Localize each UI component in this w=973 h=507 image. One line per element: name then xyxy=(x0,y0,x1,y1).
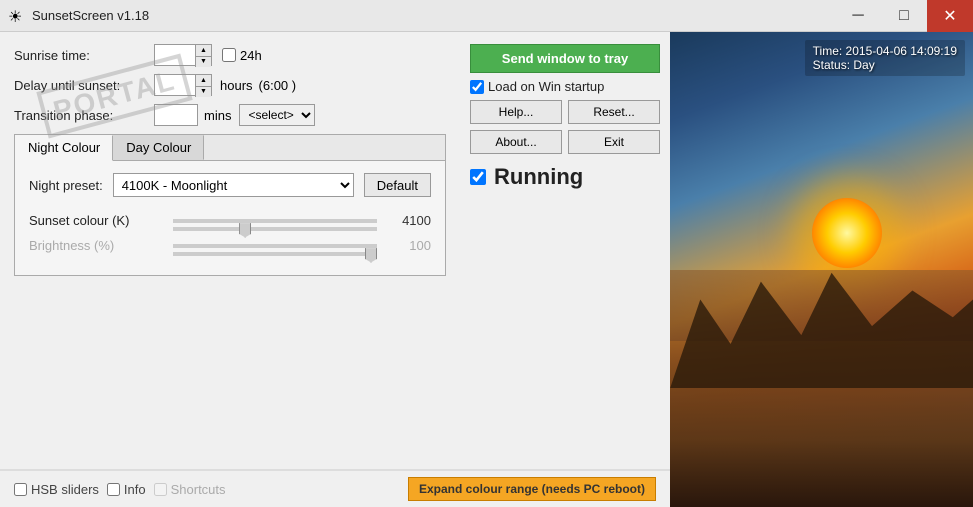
close-button[interactable]: ✕ xyxy=(927,0,973,32)
load-startup-label: Load on Win startup xyxy=(488,79,604,94)
sunset-colour-row: Sunset colour (K) 4100 xyxy=(29,213,431,228)
transition-select[interactable]: <select> xyxy=(239,104,315,126)
mountains-svg xyxy=(670,246,973,389)
reset-button[interactable]: Reset... xyxy=(568,100,660,124)
exit-button[interactable]: Exit xyxy=(568,130,660,154)
minimize-button[interactable]: ─ xyxy=(835,0,881,32)
sunset-colour-track xyxy=(173,219,377,223)
running-label: Running xyxy=(494,164,583,190)
tab-header: Night Colour Day Colour xyxy=(15,135,445,161)
preset-label: Night preset: xyxy=(29,178,103,193)
sunset-image-panel: Time: 2015-04-06 14:09:19 Status: Day xyxy=(670,32,973,507)
tab-day-colour[interactable]: Day Colour xyxy=(113,135,204,160)
app-icon: ☀ xyxy=(8,7,26,25)
send-to-tray-button[interactable]: Send window to tray xyxy=(470,44,660,73)
shortcuts-item: Shortcuts xyxy=(154,482,226,497)
sunrise-up-arrow[interactable]: ▲ xyxy=(196,45,211,57)
sunset-colour-slider[interactable] xyxy=(173,227,377,231)
help-reset-row: Help... Reset... xyxy=(470,100,660,124)
load-startup-checkbox[interactable] xyxy=(470,80,484,94)
brightness-track xyxy=(173,244,377,248)
preset-select[interactable]: 4100K - Moonlight xyxy=(113,173,354,197)
tab-night-content: Night preset: 4100K - Moonlight Default … xyxy=(15,161,445,275)
settings-panel: Sunrise time: 6:00 ▲ ▼ 24h Delay until s… xyxy=(0,32,460,507)
info-item: Info xyxy=(107,482,146,497)
checkbox-24h[interactable] xyxy=(222,48,236,62)
delay-suffix: (6:00 ) xyxy=(259,78,297,93)
sunrise-label: Sunrise time: xyxy=(14,48,154,63)
load-startup-row: Load on Win startup xyxy=(470,79,660,94)
sunrise-input[interactable]: 6:00 xyxy=(159,48,199,63)
sunset-colour-value: 4100 xyxy=(391,213,431,228)
help-button[interactable]: Help... xyxy=(470,100,562,124)
preset-row: Night preset: 4100K - Moonlight Default xyxy=(29,173,431,197)
delay-spinbox[interactable]: 12 ▲ ▼ xyxy=(154,74,212,96)
about-exit-row: About... Exit xyxy=(470,130,660,154)
info-checkbox[interactable] xyxy=(107,483,120,496)
running-row: Running xyxy=(470,164,660,190)
expand-colour-range-button[interactable]: Expand colour range (needs PC reboot) xyxy=(408,477,656,501)
delay-row: Delay until sunset: 12 ▲ ▼ hours (6:00 ) xyxy=(14,74,446,96)
delay-down-arrow[interactable]: ▼ xyxy=(196,87,211,98)
right-controls: Send window to tray Load on Win startup … xyxy=(460,32,670,507)
sunset-colour-label: Sunset colour (K) xyxy=(29,213,159,228)
delay-up-arrow[interactable]: ▲ xyxy=(196,75,211,87)
default-button[interactable]: Default xyxy=(364,173,431,197)
title-bar: ☀ SunsetScreen v1.18 ─ □ ✕ xyxy=(0,0,973,32)
sunrise-spinbox[interactable]: 6:00 ▲ ▼ xyxy=(154,44,212,66)
hsb-sliders-checkbox[interactable] xyxy=(14,483,27,496)
delay-input[interactable]: 12 xyxy=(159,78,199,93)
maximize-button[interactable]: □ xyxy=(881,0,927,32)
bottom-bar: HSB sliders Info Shortcuts Expand colour… xyxy=(0,469,670,507)
about-button[interactable]: About... xyxy=(470,130,562,154)
running-checkbox[interactable] xyxy=(470,169,486,185)
tab-panel: Night Colour Day Colour Night preset: 41… xyxy=(14,134,446,276)
delay-unit: hours xyxy=(220,78,253,93)
info-label: Info xyxy=(124,482,146,497)
sunrise-down-arrow[interactable]: ▼ xyxy=(196,57,211,68)
brightness-slider[interactable] xyxy=(173,252,377,256)
brightness-label: Brightness (%) xyxy=(29,238,159,253)
transition-unit: mins xyxy=(204,108,231,123)
delay-label: Delay until sunset: xyxy=(14,78,154,93)
transition-row: Transition phase: 60 mins <select> xyxy=(14,104,446,126)
sunrise-row: Sunrise time: 6:00 ▲ ▼ 24h xyxy=(14,44,446,66)
window-title: SunsetScreen v1.18 xyxy=(32,8,149,23)
hsb-sliders-label: HSB sliders xyxy=(31,482,99,497)
brightness-value: 100 xyxy=(391,238,431,253)
info-overlay: Time: 2015-04-06 14:09:19 Status: Day xyxy=(805,40,965,76)
transition-label: Transition phase: xyxy=(14,108,154,123)
hsb-sliders-item: HSB sliders xyxy=(14,482,99,497)
status-display: Status: Day xyxy=(813,58,957,72)
shortcuts-checkbox[interactable] xyxy=(154,483,167,496)
transition-input[interactable]: 60 xyxy=(154,104,198,126)
brightness-row: Brightness (%) 100 xyxy=(29,238,431,253)
shortcuts-label: Shortcuts xyxy=(171,482,226,497)
tab-night-colour[interactable]: Night Colour xyxy=(15,135,113,161)
time-display: Time: 2015-04-06 14:09:19 xyxy=(813,44,957,58)
label-24h: 24h xyxy=(240,48,262,63)
